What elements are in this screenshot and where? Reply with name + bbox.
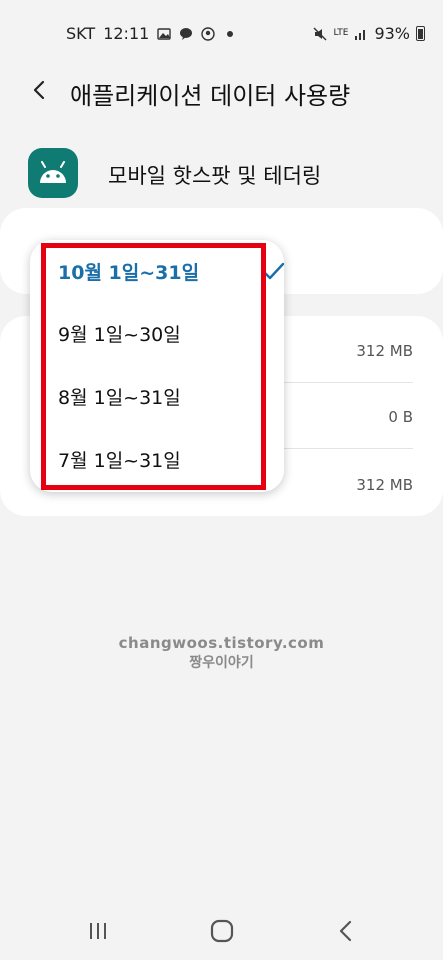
location-icon (201, 26, 215, 41)
usage-row-value: 312 MB (356, 476, 413, 494)
app-bar: 애플리케이션 데이터 사용량 (0, 70, 443, 110)
page-title: 애플리케이션 데이터 사용량 (70, 82, 351, 110)
back-arrow-icon (33, 80, 45, 100)
dropdown-option-label: 9월 1일~30일 (58, 324, 181, 346)
battery-percent: 93% (374, 24, 410, 43)
status-bar: SKT 12:11 LTE 93% (0, 0, 443, 68)
nav-back-button[interactable] (336, 920, 356, 942)
dropdown-option-label: 7월 1일~31일 (58, 450, 181, 472)
dropdown-option-label: 10월 1일~31일 (58, 262, 200, 284)
watermark: changwoos.tistory.com 짱우이야기 (0, 634, 443, 672)
dropdown-option-july[interactable]: 7월 1일~31일 (30, 430, 284, 490)
app-name: 모바일 핫스팟 및 테더링 (108, 164, 322, 188)
dropdown-option-label: 8월 1일~31일 (58, 387, 181, 409)
mute-icon (313, 27, 327, 41)
chat-icon (179, 27, 193, 41)
date-range-dropdown: 10월 1일~31일 9월 1일~30일 8월 1일~31일 7월 1일~31일 (30, 240, 285, 492)
watermark-name: 짱우이야기 (189, 655, 254, 671)
carrier-label: SKT (66, 24, 96, 43)
battery-icon (416, 26, 425, 41)
usage-row-value: 0 B (388, 408, 413, 426)
recent-apps-button[interactable] (88, 922, 108, 940)
dropdown-option-august[interactable]: 8월 1일~31일 (30, 367, 284, 427)
recent-apps-icon (90, 923, 106, 939)
dropdown-option-october[interactable]: 10월 1일~31일 (30, 242, 285, 302)
app-info-row: 모바일 핫스팟 및 테더링 (0, 148, 443, 198)
nav-back-icon (339, 920, 352, 942)
navigation-bar (0, 900, 443, 960)
signal-icon (354, 27, 368, 41)
checkmark-icon (261, 262, 285, 280)
status-right: LTE 93% (313, 24, 425, 43)
network-type: LTE (333, 28, 349, 38)
clock: 12:11 (103, 24, 150, 43)
home-icon (210, 919, 234, 943)
dropdown-option-september[interactable]: 9월 1일~30일 (30, 304, 284, 364)
status-left: SKT 12:11 (66, 24, 234, 43)
android-app-icon (28, 148, 78, 198)
home-button[interactable] (210, 919, 234, 943)
back-button[interactable] (28, 78, 52, 102)
gallery-icon (157, 27, 171, 41)
watermark-url: changwoos.tistory.com (118, 634, 325, 652)
notification-dot-icon (227, 30, 234, 37)
usage-row-value: 312 MB (356, 342, 413, 360)
